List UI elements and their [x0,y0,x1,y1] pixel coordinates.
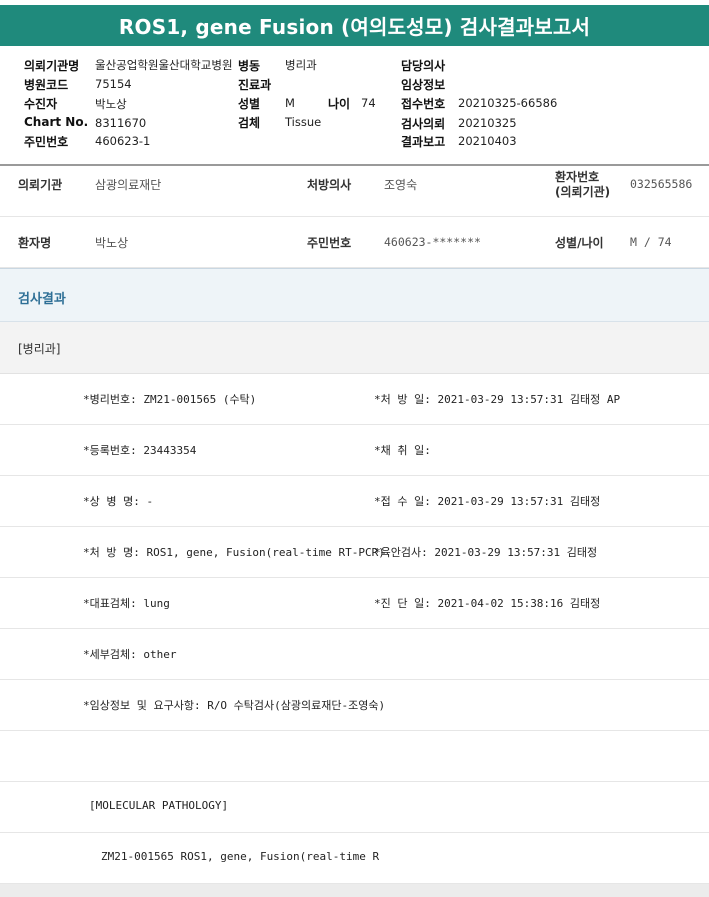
sex-age-value: M / 74 [630,235,672,249]
header-value-chart-no: 8311670 [95,116,147,130]
result-right-text: *채 취 일: [374,444,431,457]
molecular-result-text: ZM21-001565 ROS1, gene, Fusion(real-time… [101,850,380,863]
sex-age-label: 성별/나이 [555,236,604,250]
department-label: [병리과] [18,342,61,356]
header-label-ssn: 주민번호 [24,135,69,149]
result-row: *처 방 명: ROS1, gene, Fusion(real-time RT-… [0,527,709,578]
bottom-bar [0,884,709,897]
header-value-ward: 병리과 [285,58,317,72]
result-right-text: *접 수 일: 2021-03-29 13:57:31 김태정 [374,495,601,508]
institution-label: 의뢰기관 [18,178,63,192]
header-label-accession-no: 접수번호 [401,97,446,111]
header-value-requesting-institution: 울산공업학원울산대학교병원 [95,58,233,72]
molecular-pathology-header: [MOLECULAR PATHOLOGY] [89,799,229,812]
result-left-text: *대표검체: lung [83,597,170,610]
patient-name-label: 환자명 [18,236,52,250]
header-label-clinical-info: 임상정보 [401,78,446,92]
result-section-header: 검사결과 [0,268,709,322]
result-left-text: *병리번호: ZM21-001565 (수탁) [83,393,257,406]
info-row-patient: 환자명 박노상 주민번호 460623-******* 성별/나이 M / 74 [0,217,709,268]
patient-number-sublabel: (의뢰기관) [555,185,611,199]
result-left-text: *세부검체: other [83,648,177,661]
result-row: *세부검체: other [0,629,709,680]
prescribing-doctor-value: 조영숙 [384,178,418,192]
result-right-text: *육안검사: 2021-03-29 13:57:31 김태정 [374,546,598,559]
header-label-result-report: 결과보고 [401,135,446,149]
result-row: *상 병 명: - *접 수 일: 2021-03-29 13:57:31 김태… [0,476,709,527]
patient-number-value: 032565586 [630,177,693,191]
header-value-accession-no: 20210325-66586 [458,96,558,110]
result-right-text: *처 방 일: 2021-03-29 13:57:31 김태정 AP [374,393,621,406]
molecular-header-row: [MOLECULAR PATHOLOGY] [0,782,709,833]
blank-row [0,731,709,782]
ssn-label: 주민번호 [307,236,352,250]
header-value-result-report: 20210403 [458,134,517,148]
ssn-value: 460623-******* [384,235,481,249]
header-value-ssn: 460623-1 [95,134,151,148]
result-section-title: 검사결과 [18,292,66,307]
result-row: *임상정보 및 요구사항: R/O 수탁검사(삼광의료재단-조영숙) [0,680,709,731]
header-value-sex: M [285,96,295,110]
report-title: ROS1, gene Fusion (여의도성모) 검사결과보고서 [0,5,709,46]
header-label-attending-doctor: 담당의사 [401,59,446,73]
header-label-hospital-code: 병원코드 [24,78,69,92]
header-label-sex: 성별 [238,97,261,111]
header-label-requesting-institution: 의뢰기관명 [24,59,80,73]
header-label-age: 나이 [328,97,351,111]
molecular-result-row: ZM21-001565 ROS1, gene, Fusion(real-time… [0,833,709,884]
result-left-text: *임상정보 및 요구사항: R/O 수탁검사(삼광의료재단-조영숙) [83,699,386,712]
result-left-text: *등록번호: 23443354 [83,444,197,457]
institution-value: 삼광의료재단 [95,178,162,192]
header-value-specimen: Tissue [285,115,322,129]
result-row: *병리번호: ZM21-001565 (수탁) *처 방 일: 2021-03-… [0,374,709,425]
header-label-test-request: 검사의뢰 [401,117,446,131]
header-label-ward: 병동 [238,59,261,73]
header-value-age: 74 [361,96,376,110]
prescribing-doctor-label: 처방의사 [307,178,352,192]
header-value-hospital-code: 75154 [95,77,132,91]
info-row-institution: 의뢰기관 삼광의료재단 처방의사 조영숙 환자번호 (의뢰기관) 0325655… [0,166,709,217]
result-left-text: *처 방 명: ROS1, gene, Fusion(real-time RT-… [83,546,385,559]
result-right-text: *진 단 일: 2021-04-02 15:38:16 김태정 [374,597,601,610]
header-label-specimen: 검체 [238,116,261,130]
header-label-patient: 수진자 [24,97,58,111]
department-row: [병리과] [0,322,709,374]
result-row: *대표검체: lung *진 단 일: 2021-04-02 15:38:16 … [0,578,709,629]
header-value-patient: 박노상 [95,97,127,111]
patient-name-value: 박노상 [95,236,129,250]
result-row: *등록번호: 23443354 *채 취 일: [0,425,709,476]
header-label-chart-no: Chart No. [24,115,89,129]
header-label-department: 진료과 [238,78,272,92]
result-left-text: *상 병 명: - [83,495,154,508]
header-value-test-request: 20210325 [458,116,517,130]
